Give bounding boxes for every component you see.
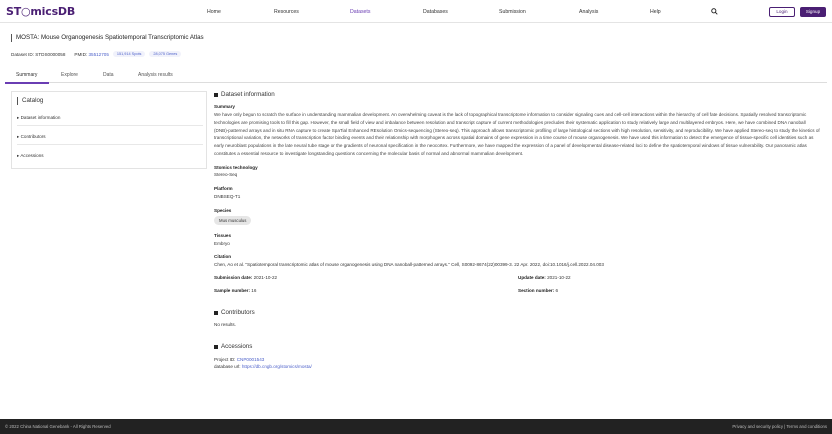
pmid-link[interactable]: 35512705 xyxy=(88,52,108,57)
species-tag: Mus musculus xyxy=(214,216,252,225)
platform-label: Platform xyxy=(214,186,233,191)
dataset-id-value: STDS0000058 xyxy=(35,51,66,57)
pmid-label: PMID: xyxy=(74,51,88,57)
dataset-id-label: Dataset ID: xyxy=(11,51,34,57)
catalog-divider xyxy=(17,144,203,145)
catalog-item-accessions[interactable]: ▸ Accessions xyxy=(17,153,44,159)
catalog-item-contributors[interactable]: ▸ Contributors xyxy=(17,134,46,140)
section-number-row: Section number: 6 xyxy=(518,288,558,293)
nav-databases[interactable]: Databases xyxy=(423,9,448,15)
footer-copyright: © 2022 China National Genebank - All Rig… xyxy=(5,424,111,429)
nav-resources[interactable]: Resources xyxy=(274,9,299,15)
project-id-link[interactable]: CNP0001543 xyxy=(237,357,265,362)
tab-explore[interactable]: Explore xyxy=(61,72,78,78)
section-heading-dataset-information: Dataset information xyxy=(214,91,275,98)
summary-label: Summary xyxy=(214,104,235,109)
platform-value: DNBSEQ-T1 xyxy=(214,194,241,199)
database-url-row: database url: https://db.cngb.org/stomic… xyxy=(214,364,312,369)
update-date-value: 2021-10-22 xyxy=(547,275,571,280)
section-square-icon xyxy=(214,344,218,349)
search-icon[interactable] xyxy=(711,8,718,15)
tissues-value: Embryo xyxy=(214,241,230,246)
top-navigation-bar: ST○micsDB Home Resources Datasets Databa… xyxy=(0,0,832,23)
project-id-label: Project ID: xyxy=(214,357,236,362)
submission-date-value: 2021-10-22 xyxy=(253,275,278,280)
nav-home[interactable]: Home xyxy=(207,9,221,15)
active-tab-indicator xyxy=(5,82,49,84)
section-number-value: 6 xyxy=(555,288,559,293)
section-heading-accessions: Accessions xyxy=(214,343,252,350)
page-title: MOSTA: Mouse Organogenesis Spatiotempora… xyxy=(11,34,204,42)
nav-help[interactable]: Help xyxy=(650,9,661,15)
tab-data[interactable]: Data xyxy=(103,72,114,78)
summary-text: We have only begun to scratch the surfac… xyxy=(214,112,820,156)
catalog-panel: Catalog ▸ Dataset information ▸ Contribu… xyxy=(11,91,207,169)
contributors-empty-text: No results. xyxy=(214,322,236,327)
citation-label: Citation xyxy=(214,254,232,259)
footer-policy-links[interactable]: Privacy and security policy | Terms and … xyxy=(732,424,827,429)
main-nav: Home Resources Datasets Databases Submis… xyxy=(0,9,832,17)
citation-value: Chen, Ao et al. "Spatiotemporal transcri… xyxy=(214,262,604,267)
nav-analysis[interactable]: Analysis xyxy=(579,9,598,15)
sample-number-row: Sample number: 16 xyxy=(214,288,256,293)
technology-value: Stereo-Seq xyxy=(214,172,238,177)
section-square-icon xyxy=(214,92,218,97)
dataset-tabs: Summary Explore Data Analysis results xyxy=(5,69,827,83)
nav-submission[interactable]: Submission xyxy=(499,9,526,15)
tab-analysis-results[interactable]: Analysis results xyxy=(138,72,173,78)
database-url-link[interactable]: https://db.cngb.org/stomics/mosta/ xyxy=(242,364,312,369)
section-square-icon xyxy=(214,310,218,315)
section-title: Contributors xyxy=(221,309,255,316)
sample-number-label: Sample number: xyxy=(214,288,250,293)
catalog-item-dataset-information[interactable]: ▸ Dataset information xyxy=(17,115,60,121)
tissues-label: Tissues xyxy=(214,233,232,238)
sample-number-value: 16 xyxy=(251,288,257,293)
section-heading-contributors: Contributors xyxy=(214,309,255,316)
spots-tag: 151,914 Spots xyxy=(112,51,146,57)
tab-summary[interactable]: Summary xyxy=(16,72,37,78)
section-number-label: Section number: xyxy=(518,288,555,293)
footer: © 2022 China National Genebank - All Rig… xyxy=(0,419,832,434)
catalog-divider xyxy=(17,125,203,126)
dataset-meta-row: Dataset ID: STDS0000058 PMID: 35512705 1… xyxy=(11,50,182,58)
catalog-title: Catalog xyxy=(17,97,43,105)
species-label: Species xyxy=(214,208,232,213)
database-url-label: database url: xyxy=(214,364,241,369)
technology-label: Stomics technology xyxy=(214,165,258,170)
submission-date-label: Submission date: xyxy=(214,275,253,280)
login-button[interactable]: Login xyxy=(769,7,795,17)
project-id-row: Project ID: CNP0001543 xyxy=(214,357,264,362)
section-title: Accessions xyxy=(221,343,253,350)
submission-date-row: Submission date: 2021-10-22 xyxy=(214,275,277,280)
update-date-row: Update date: 2021-10-22 xyxy=(518,275,571,280)
nav-datasets[interactable]: Datasets xyxy=(350,9,370,15)
signup-button[interactable]: Signup xyxy=(800,7,826,17)
section-title: Dataset information xyxy=(221,91,275,98)
genes-tag: 28,075 Genes xyxy=(149,51,182,57)
update-date-label: Update date: xyxy=(518,275,546,280)
